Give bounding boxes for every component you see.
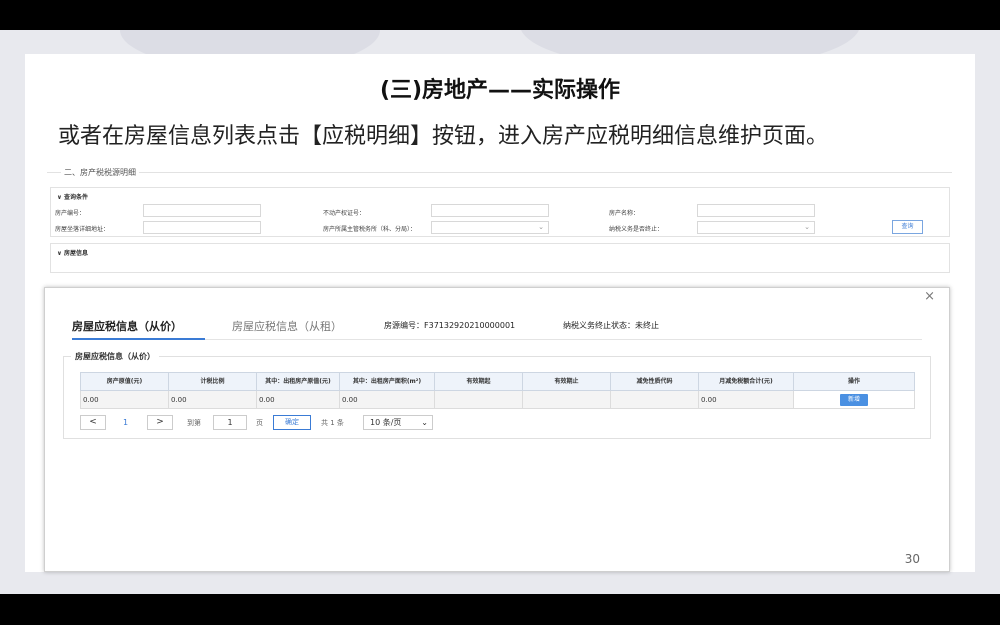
column-header: 计税比例 (168, 372, 257, 391)
address-input[interactable] (143, 221, 261, 234)
table-header-row: 房产原值(元) 计税比例 其中：出租房产原值(元) 其中：出租房产面积(m²) … (80, 372, 915, 391)
tax-info-table: 房产原值(元) 计税比例 其中：出租房产原值(元) 其中：出租房产面积(m²) … (80, 372, 915, 409)
next-page-button[interactable]: > (147, 415, 173, 430)
tab-rental[interactable]: 房屋应税信息（从租） (232, 318, 342, 334)
address-label: 房屋坐落详细地址： (55, 226, 110, 233)
house-name-input[interactable] (697, 204, 815, 217)
column-header: 有效期止 (522, 372, 611, 391)
confirm-button[interactable]: 确定 (273, 415, 311, 430)
table-cell: 0.00 (256, 390, 340, 409)
column-header: 月减免税额合计(元) (698, 372, 794, 391)
page-unit-label: 页 (256, 419, 263, 427)
column-header: 减免性质代码 (610, 372, 699, 391)
house-name-label: 房产名称： (609, 210, 640, 217)
slide-title: (三)房地产——实际操作 (379, 78, 621, 103)
active-tab-indicator (72, 338, 205, 340)
house-info-panel-title[interactable]: ∨ 房屋信息 (57, 248, 88, 257)
cert-no-input[interactable] (431, 204, 549, 217)
table-cell: 0.00 (698, 390, 794, 409)
fieldset-legend: 房屋应税信息（从价） (71, 351, 159, 362)
page-number: 30 (904, 552, 920, 566)
table-cell-actions: 新增 (793, 390, 915, 409)
goto-label: 到第 (187, 419, 201, 427)
slide-subtitle: 或者在房屋信息列表点击【应税明细】按钮，进入房产应税明细信息维护页面。 (58, 124, 829, 149)
tax-end-select[interactable]: ⌄ (697, 221, 815, 234)
table-cell: 0.00 (80, 390, 169, 409)
column-header: 操作 (793, 372, 915, 391)
table-cell (434, 390, 523, 409)
table-cell (522, 390, 611, 409)
chevron-down-icon: ⌄ (538, 223, 544, 231)
page-size-select[interactable]: 10 条/页 ⌄ (363, 415, 433, 430)
close-icon[interactable]: × (924, 289, 935, 304)
current-page[interactable]: 1 (123, 418, 128, 427)
table-cell: 0.00 (168, 390, 257, 409)
column-header: 其中：出租房产面积(m²) (339, 372, 435, 391)
tax-end-label: 纳税义务是否终止： (609, 226, 664, 233)
section-header: 二、房产税税源明细 (47, 164, 952, 178)
table-cell (610, 390, 699, 409)
query-button[interactable]: 查询 (892, 220, 923, 234)
chevron-down-icon: ⌄ (421, 418, 428, 427)
column-header: 有效期起 (434, 372, 523, 391)
section-title: 二、房产税税源明细 (61, 167, 139, 178)
tax-office-select[interactable]: ⌄ (431, 221, 549, 234)
table-cell: 0.00 (339, 390, 435, 409)
prev-page-button[interactable]: < (80, 415, 106, 430)
tax-office-label: 房产所属主管税务所（科、分局）： (323, 226, 417, 233)
slide: (三)房地产——实际操作 或者在房屋信息列表点击【应税明细】按钮，进入房产应税明… (25, 54, 975, 572)
tab-ad-valorem[interactable]: 房屋应税信息（从价） (72, 318, 182, 334)
house-no-input[interactable] (143, 204, 261, 217)
table-row: 0.00 0.00 0.00 0.00 0.00 新增 (80, 390, 915, 409)
page-size-value: 10 条/页 (370, 418, 402, 427)
cert-no-label: 不动产权证号： (323, 210, 366, 217)
slide-frame: (三)房地产——实际操作 或者在房屋信息列表点击【应税明细】按钮，进入房产应税明… (0, 30, 1000, 594)
add-button[interactable]: 新增 (840, 393, 868, 406)
column-header: 房产原值(元) (80, 372, 169, 391)
column-header: 其中：出租房产原值(元) (256, 372, 340, 391)
tax-detail-modal: × 房屋应税信息（从价） 房屋应税信息（从租） 房源编号：F3713292021… (44, 287, 950, 572)
house-source-id: 房源编号：F37132920210000001 (384, 321, 516, 330)
house-no-label: 房产编号： (55, 210, 86, 217)
query-panel-title[interactable]: ∨ 查询条件 (57, 192, 88, 201)
query-panel: ∨ 查询条件 房产编号： 不动产权证号： 房产名称： 房屋坐落详细地址： 房产所… (50, 187, 950, 237)
goto-page-input[interactable]: 1 (213, 415, 247, 430)
house-info-panel: ∨ 房屋信息 (50, 243, 950, 273)
tax-status: 纳税义务终止状态：未终止 (563, 321, 659, 330)
chevron-down-icon: ⌄ (804, 223, 810, 231)
total-count: 共 1 条 (321, 419, 344, 427)
